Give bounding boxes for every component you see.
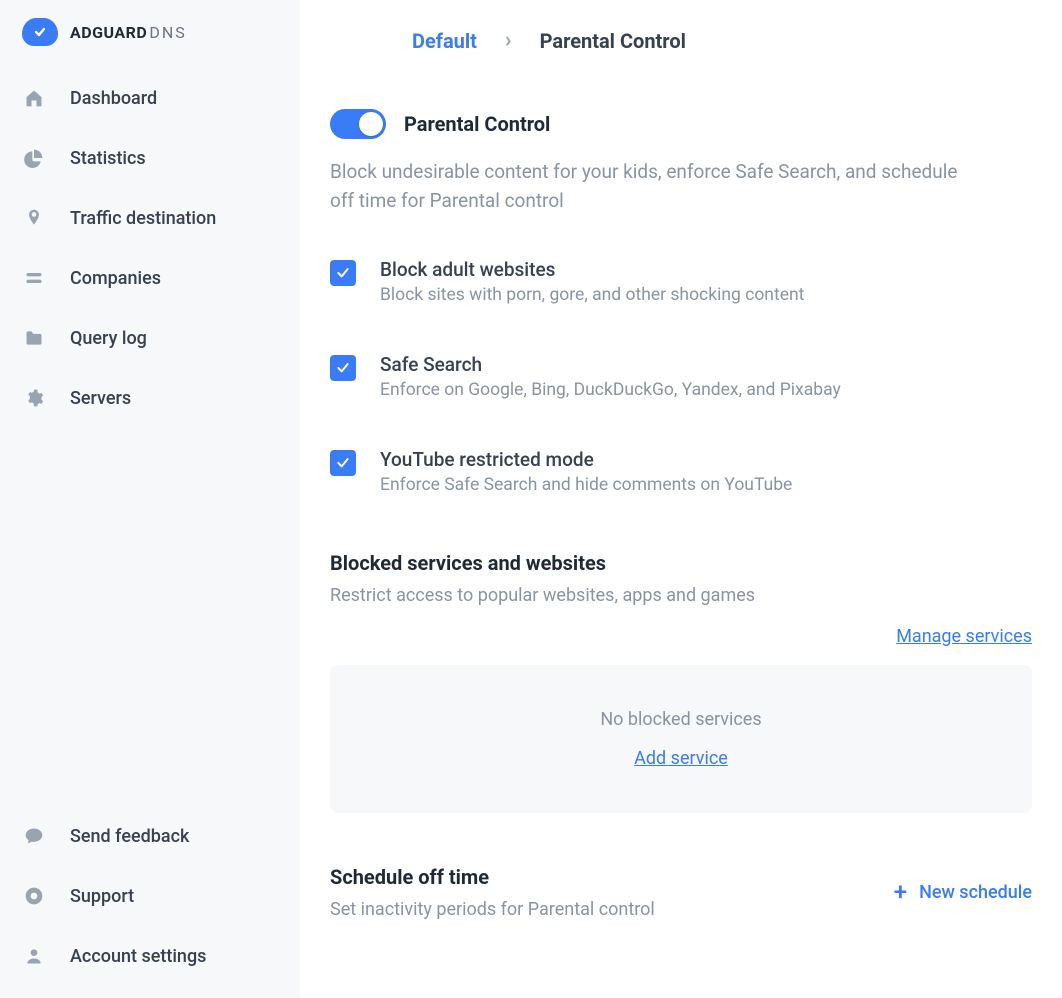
blocked-services-description: Restrict access to popular websites, app… [330,585,1032,606]
sidebar-item-query-log[interactable]: Query log [8,308,292,368]
parental-control-section: Parental Control Block undesirable conte… [330,109,1032,920]
new-schedule-button[interactable]: + New schedule [894,880,1032,904]
schedule-description: Set inactivity periods for Parental cont… [330,899,655,920]
sidebar-item-label: Query log [70,328,147,349]
primary-nav: Dashboard Statistics Traffic destination… [0,58,300,428]
home-icon [22,86,46,110]
sidebar-item-servers[interactable]: Servers [8,368,292,428]
safe-search-checkbox[interactable] [330,355,356,381]
sidebar-item-support[interactable]: Support [8,866,292,926]
list-icon [22,266,46,290]
chevron-right-icon: › [505,28,512,53]
new-schedule-label: New schedule [919,882,1032,903]
plus-icon: + [894,880,907,904]
chat-bubble-icon [22,824,46,848]
brand-logo[interactable]: ADGUARDDNS [0,18,300,58]
parental-control-title: Parental Control [404,112,550,136]
schedule-heading: Schedule off time [330,865,655,889]
breadcrumb-root-link[interactable]: Default [412,29,477,53]
lifebuoy-icon [22,884,46,908]
brand-name: ADGUARDDNS [70,23,187,42]
sidebar-item-label: Traffic destination [70,208,216,229]
option-description: Block sites with porn, gore, and other s… [380,285,804,305]
option-title: YouTube restricted mode [380,448,792,471]
toggle-knob [359,112,383,136]
sidebar-item-label: Companies [70,268,161,289]
option-title: Safe Search [380,353,841,376]
option-description: Enforce on Google, Bing, DuckDuckGo, Yan… [380,380,841,400]
block-adult-checkbox[interactable] [330,260,356,286]
option-description: Enforce Safe Search and hide comments on… [380,475,792,495]
sidebar-item-companies[interactable]: Companies [8,248,292,308]
folder-icon [22,326,46,350]
blocked-services-empty-state: No blocked services Add service [330,665,1032,813]
sidebar-item-send-feedback[interactable]: Send feedback [8,806,292,866]
sidebar-item-label: Send feedback [70,826,189,847]
map-pin-icon [22,206,46,230]
main-content: Default › Parental Control Parental Cont… [300,0,1062,998]
parental-control-toggle[interactable] [330,109,386,139]
blocked-services-heading: Blocked services and websites [330,551,1032,575]
youtube-restricted-checkbox[interactable] [330,450,356,476]
option-safe-search: Safe Search Enforce on Google, Bing, Duc… [330,353,1032,400]
breadcrumb-current: Parental Control [540,29,686,53]
sidebar-item-label: Dashboard [70,88,157,109]
option-title: Block adult websites [380,258,804,281]
user-icon [22,944,46,968]
sidebar-item-label: Support [70,886,134,907]
add-service-link[interactable]: Add service [634,748,728,769]
sidebar-item-account-settings[interactable]: Account settings [8,926,292,986]
breadcrumb: Default › Parental Control [330,20,1032,109]
pie-chart-icon [22,146,46,170]
parental-control-description: Block undesirable content for your kids,… [330,157,970,216]
sidebar-item-label: Account settings [70,946,206,967]
option-block-adult: Block adult websites Block sites with po… [330,258,1032,305]
adguard-cloud-icon [22,18,58,46]
sidebar: ADGUARDDNS Dashboard Statistics Traffic … [0,0,300,998]
gear-icon [22,386,46,410]
sidebar-item-label: Statistics [70,148,146,169]
secondary-nav: Send feedback Support Account settings [0,800,300,994]
sidebar-item-traffic-destination[interactable]: Traffic destination [8,188,292,248]
manage-services-link[interactable]: Manage services [896,626,1032,647]
sidebar-item-dashboard[interactable]: Dashboard [8,68,292,128]
sidebar-item-statistics[interactable]: Statistics [8,128,292,188]
sidebar-item-label: Servers [70,388,131,409]
empty-state-text: No blocked services [600,709,761,730]
option-youtube-restricted: YouTube restricted mode Enforce Safe Sea… [330,448,1032,495]
